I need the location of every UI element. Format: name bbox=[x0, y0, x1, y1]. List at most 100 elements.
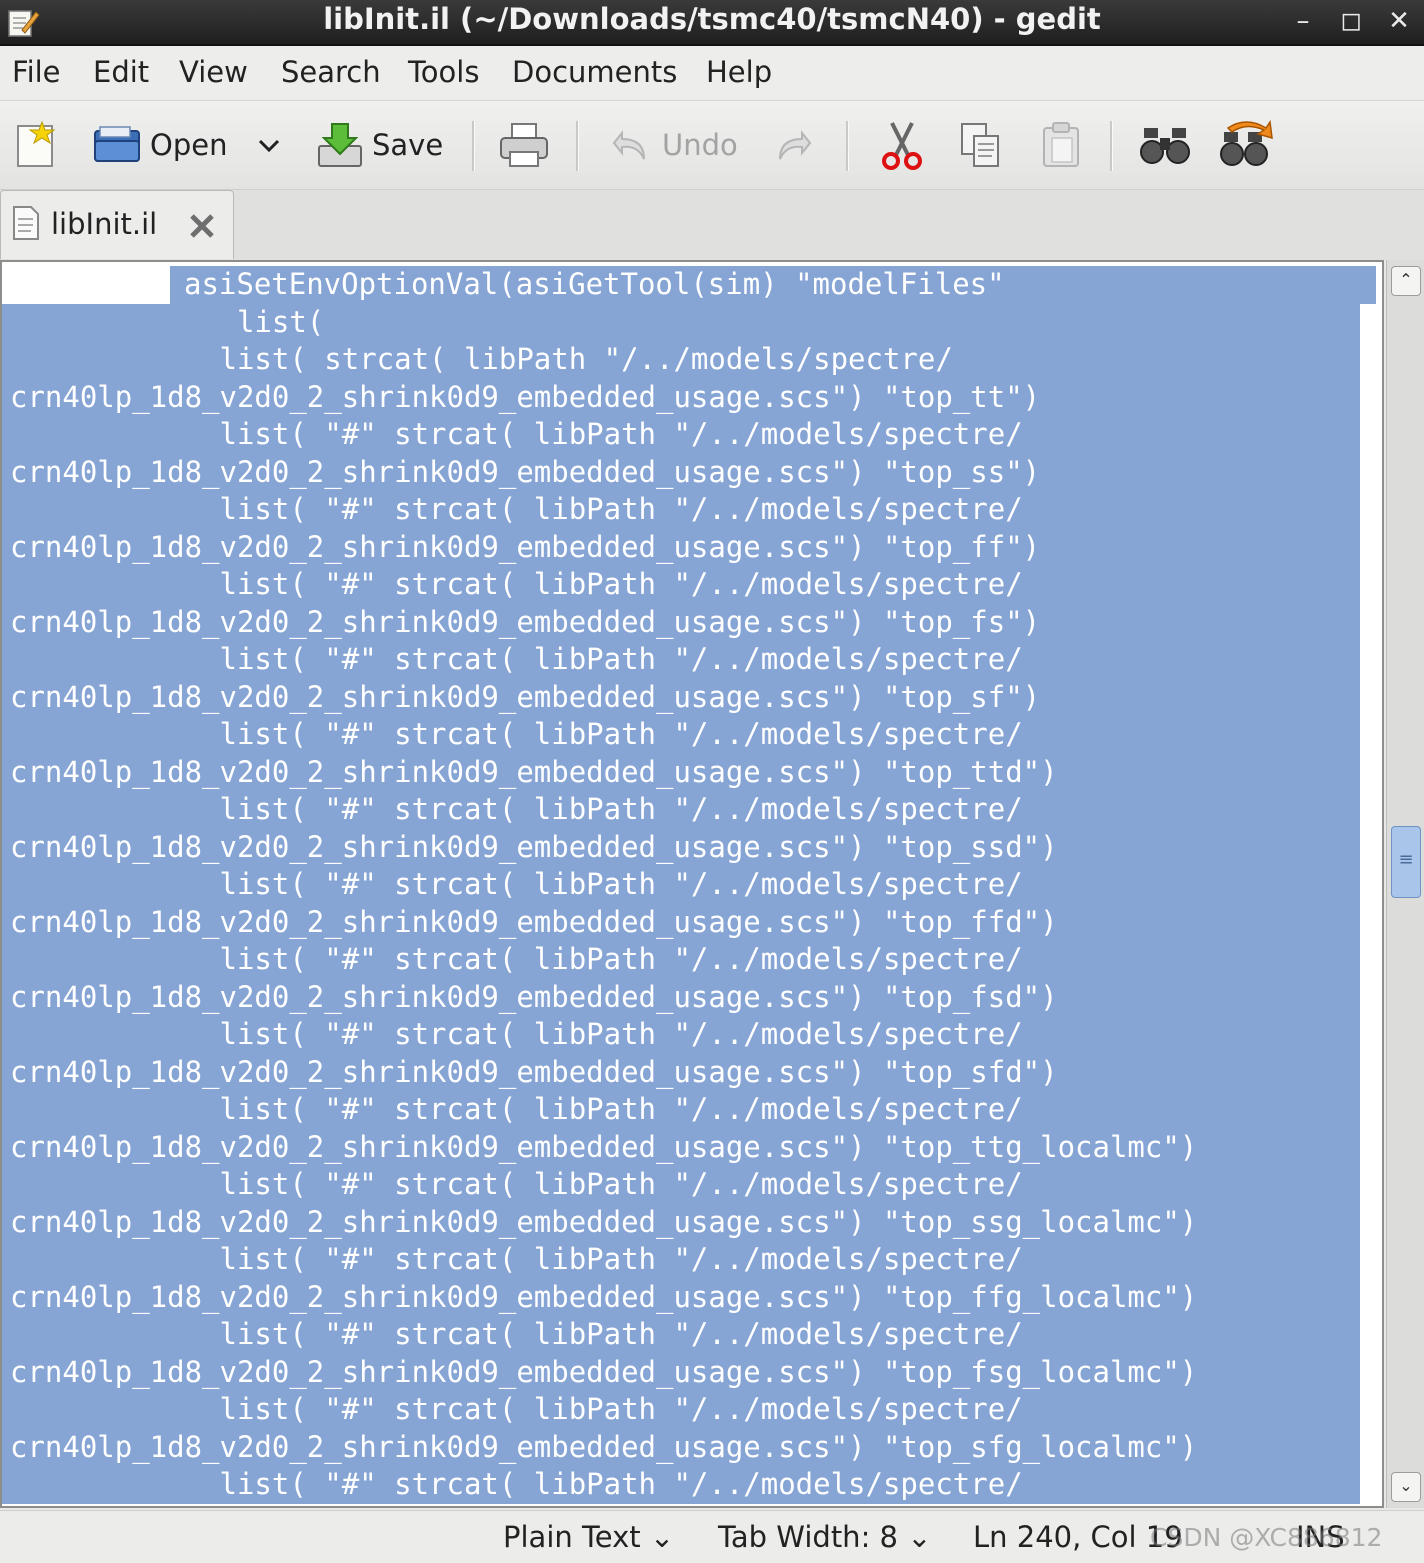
scroll-down-button[interactable]: ⌄ bbox=[1391, 1472, 1421, 1502]
print-button[interactable] bbox=[498, 115, 550, 175]
new-document-icon bbox=[17, 120, 56, 167]
selected-text: list( "#" strcat( libPath "/../models/sp… bbox=[2, 1316, 1360, 1354]
paste-button[interactable] bbox=[1038, 115, 1084, 175]
maximize-button[interactable]: ◻ bbox=[1334, 6, 1368, 36]
code-line: list( strcat( libPath "/../models/spectr… bbox=[2, 341, 1376, 379]
text-document-icon bbox=[13, 206, 39, 240]
undo-button[interactable]: Undo bbox=[610, 115, 738, 175]
code-lines: asiSetEnvOptionVal(asiGetTool(sim) "mode… bbox=[2, 266, 1376, 1504]
code-line: list( "#" strcat( libPath "/../models/sp… bbox=[2, 1391, 1376, 1429]
selected-text: list( "#" strcat( libPath "/../models/sp… bbox=[2, 1016, 1360, 1054]
watermark: CSDN @XC886812 bbox=[1150, 1523, 1383, 1552]
save-label: Save bbox=[372, 128, 444, 162]
selected-text: list( "#" strcat( libPath "/../models/sp… bbox=[2, 791, 1360, 829]
tab-bar: libInit.il bbox=[0, 190, 1424, 260]
menu-search[interactable]: Search bbox=[281, 55, 381, 89]
language-selector[interactable]: Plain Text ⌄ bbox=[503, 1520, 674, 1554]
code-line: list( "#" strcat( libPath "/../models/sp… bbox=[2, 641, 1376, 679]
code-line: crn40lp_1d8_v2d0_2_shrink0d9_embedded_us… bbox=[2, 453, 1376, 491]
code-line: crn40lp_1d8_v2d0_2_shrink0d9_embedded_us… bbox=[2, 378, 1376, 416]
new-document-button[interactable] bbox=[14, 115, 58, 175]
code-line: list( "#" strcat( libPath "/../models/sp… bbox=[2, 566, 1376, 604]
code-line: crn40lp_1d8_v2d0_2_shrink0d9_embedded_us… bbox=[2, 603, 1376, 641]
tab-width-selector[interactable]: Tab Width: 8 ⌄ bbox=[718, 1520, 932, 1554]
close-tab-icon[interactable] bbox=[187, 211, 217, 241]
code-line: crn40lp_1d8_v2d0_2_shrink0d9_embedded_us… bbox=[2, 1203, 1376, 1241]
menu-help[interactable]: Help bbox=[706, 55, 772, 89]
close-window-button[interactable]: ✕ bbox=[1382, 6, 1416, 36]
replace-icon bbox=[1220, 120, 1273, 166]
code-line: list( "#" strcat( libPath "/../models/sp… bbox=[2, 491, 1376, 529]
selected-text: list( "#" strcat( libPath "/../models/sp… bbox=[2, 716, 1360, 754]
vertical-scrollbar[interactable]: ⌃ ≡ ⌄ bbox=[1386, 260, 1424, 1508]
code-line: crn40lp_1d8_v2d0_2_shrink0d9_embedded_us… bbox=[2, 753, 1376, 791]
cut-button[interactable] bbox=[878, 115, 926, 175]
tab-label: libInit.il bbox=[51, 207, 158, 241]
selected-text: list( "#" strcat( libPath "/../models/sp… bbox=[2, 941, 1360, 979]
undo-label: Undo bbox=[662, 128, 738, 162]
selected-text: crn40lp_1d8_v2d0_2_shrink0d9_embedded_us… bbox=[2, 978, 1360, 1016]
code-line: crn40lp_1d8_v2d0_2_shrink0d9_embedded_us… bbox=[2, 678, 1376, 716]
selected-text: crn40lp_1d8_v2d0_2_shrink0d9_embedded_us… bbox=[2, 828, 1360, 866]
code-line: list( "#" strcat( libPath "/../models/sp… bbox=[2, 1166, 1376, 1204]
menu-tools[interactable]: Tools bbox=[408, 55, 479, 89]
selected-text: list( "#" strcat( libPath "/../models/sp… bbox=[2, 866, 1360, 904]
find-icon bbox=[1140, 128, 1190, 164]
code-line: list( "#" strcat( libPath "/../models/sp… bbox=[2, 1241, 1376, 1279]
undo-icon bbox=[612, 130, 645, 160]
open-button[interactable]: Open bbox=[92, 115, 227, 175]
chevron-down-icon bbox=[258, 139, 280, 153]
code-line: crn40lp_1d8_v2d0_2_shrink0d9_embedded_us… bbox=[2, 1053, 1376, 1091]
chevron-down-icon: ⌄ bbox=[649, 1520, 675, 1554]
save-icon bbox=[318, 123, 362, 167]
code-line: crn40lp_1d8_v2d0_2_shrink0d9_embedded_us… bbox=[2, 1353, 1376, 1391]
scroll-up-button[interactable]: ⌃ bbox=[1391, 266, 1421, 296]
language-label: Plain Text bbox=[503, 1520, 641, 1554]
status-bar: Plain Text ⌄ Tab Width: 8 ⌄ Ln 240, Col … bbox=[0, 1510, 1424, 1563]
selected-text: crn40lp_1d8_v2d0_2_shrink0d9_embedded_us… bbox=[2, 903, 1360, 941]
code-line: crn40lp_1d8_v2d0_2_shrink0d9_embedded_us… bbox=[2, 828, 1376, 866]
selected-text: crn40lp_1d8_v2d0_2_shrink0d9_embedded_us… bbox=[2, 1278, 1360, 1316]
code-line: list( "#" strcat( libPath "/../models/sp… bbox=[2, 791, 1376, 829]
code-line: list( "#" strcat( libPath "/../models/sp… bbox=[2, 1091, 1376, 1129]
selected-text: list( "#" strcat( libPath "/../models/sp… bbox=[2, 1091, 1360, 1129]
menu-file[interactable]: File bbox=[12, 55, 61, 89]
redo-icon bbox=[779, 130, 812, 160]
window-title: libInit.il (~/Downloads/tsmc40/tsmcN40) … bbox=[323, 2, 1101, 36]
save-button[interactable]: Save bbox=[316, 115, 443, 175]
selected-text: crn40lp_1d8_v2d0_2_shrink0d9_embedded_us… bbox=[2, 378, 1360, 416]
code-line: crn40lp_1d8_v2d0_2_shrink0d9_embedded_us… bbox=[2, 978, 1376, 1016]
selected-text: crn40lp_1d8_v2d0_2_shrink0d9_embedded_us… bbox=[2, 753, 1360, 791]
code-line: list( "#" strcat( libPath "/../models/sp… bbox=[2, 1466, 1376, 1504]
code-line: crn40lp_1d8_v2d0_2_shrink0d9_embedded_us… bbox=[2, 1128, 1376, 1166]
code-line: list( "#" strcat( libPath "/../models/sp… bbox=[2, 416, 1376, 454]
menu-view[interactable]: View bbox=[179, 55, 248, 89]
tab-width-label: Tab Width: 8 bbox=[718, 1520, 899, 1554]
code-line: crn40lp_1d8_v2d0_2_shrink0d9_embedded_us… bbox=[2, 528, 1376, 566]
open-folder-icon bbox=[94, 126, 140, 162]
menu-edit[interactable]: Edit bbox=[93, 55, 149, 89]
selected-text: crn40lp_1d8_v2d0_2_shrink0d9_embedded_us… bbox=[2, 1053, 1360, 1091]
find-button[interactable] bbox=[1138, 115, 1192, 175]
selected-text: list( "#" strcat( libPath "/../models/sp… bbox=[2, 1241, 1360, 1279]
code-line: list( "#" strcat( libPath "/../models/sp… bbox=[2, 941, 1376, 979]
selected-text: list( bbox=[2, 303, 1360, 341]
selected-text: crn40lp_1d8_v2d0_2_shrink0d9_embedded_us… bbox=[2, 528, 1360, 566]
replace-button[interactable] bbox=[1218, 115, 1274, 175]
selected-text: list( "#" strcat( libPath "/../models/sp… bbox=[2, 416, 1360, 454]
code-line: crn40lp_1d8_v2d0_2_shrink0d9_embedded_us… bbox=[2, 903, 1376, 941]
selected-text: list( "#" strcat( libPath "/../models/sp… bbox=[2, 1166, 1360, 1204]
tab-libinit[interactable]: libInit.il bbox=[0, 190, 234, 259]
redo-button[interactable] bbox=[770, 115, 814, 175]
open-recent-dropdown[interactable] bbox=[254, 115, 284, 175]
copy-button[interactable] bbox=[958, 115, 1004, 175]
menu-documents[interactable]: Documents bbox=[512, 55, 677, 89]
text-editor[interactable]: asiSetEnvOptionVal(asiGetTool(sim) "mode… bbox=[0, 260, 1384, 1508]
copy-icon bbox=[961, 123, 999, 167]
code-line: crn40lp_1d8_v2d0_2_shrink0d9_embedded_us… bbox=[2, 1278, 1376, 1316]
menu-bar: File Edit View Search Tools Documents He… bbox=[0, 46, 1424, 101]
selected-text: list( "#" strcat( libPath "/../models/sp… bbox=[2, 1466, 1360, 1504]
selected-text: crn40lp_1d8_v2d0_2_shrink0d9_embedded_us… bbox=[2, 1128, 1360, 1166]
scrollbar-thumb[interactable]: ≡ bbox=[1391, 826, 1421, 899]
minimize-button[interactable]: – bbox=[1286, 6, 1320, 36]
